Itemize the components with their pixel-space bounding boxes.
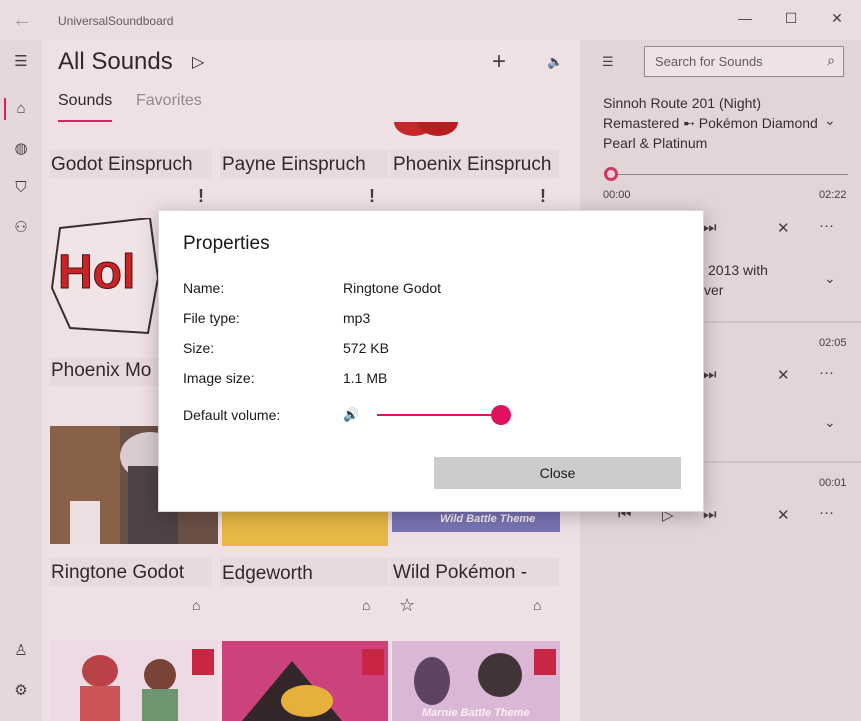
volume-slider-track[interactable] — [377, 414, 501, 416]
image-size-label: Image size: — [183, 370, 255, 386]
file-type-label: File type: — [183, 310, 240, 326]
size-label: Size: — [183, 340, 215, 356]
volume-slider-thumb[interactable] — [491, 405, 511, 425]
file-type-value: mp3 — [343, 310, 371, 326]
image-size-value: 1.1 MB — [343, 370, 388, 386]
default-volume-label: Default volume: — [183, 407, 281, 423]
properties-dialog: Properties Name: Ringtone Godot File typ… — [158, 210, 704, 512]
size-value: 572 KB — [343, 340, 389, 356]
name-value: Ringtone Godot — [343, 280, 442, 296]
close-button[interactable]: Close — [434, 457, 681, 489]
volume-icon[interactable]: 🔊 — [343, 407, 359, 423]
name-label: Name: — [183, 280, 225, 296]
dialog-title: Properties — [183, 233, 270, 254]
app-window: ← UniversalSoundboard — ☐ ✕ ☰ ⌂ ◍ ⛉ ⚇ ♙ … — [0, 0, 861, 721]
